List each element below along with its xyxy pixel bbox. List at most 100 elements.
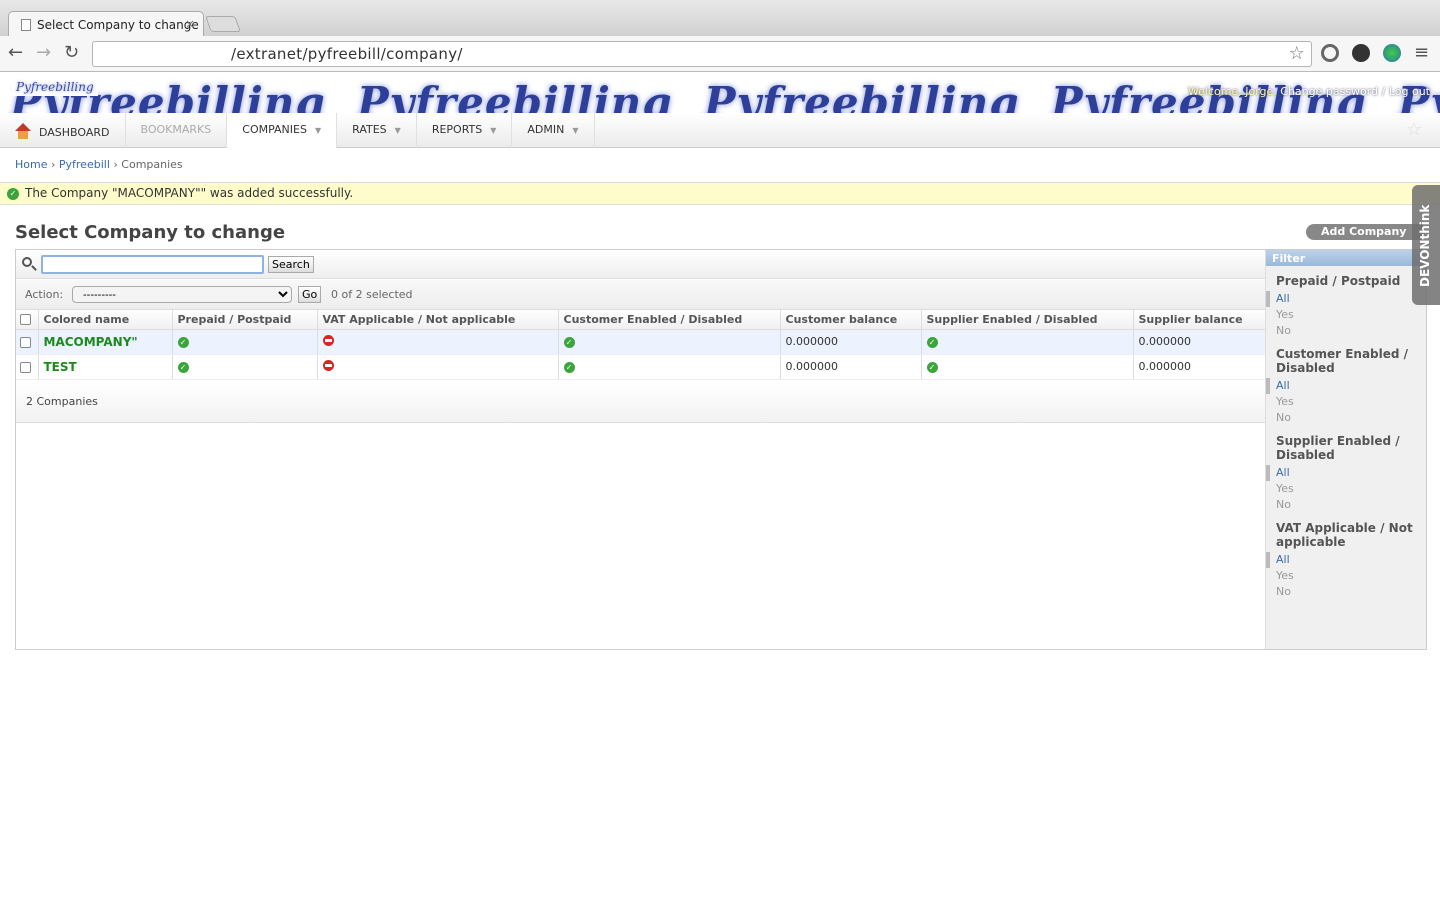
browser-toolbar: ← → ↻ /extranet/pyfreebill/company/ ☆ ≡ — [0, 36, 1440, 72]
customer-enabled-cell: ✓ — [558, 329, 781, 355]
devonthink-tab[interactable]: DEVONthink — [1412, 185, 1440, 305]
search-input[interactable] — [41, 255, 264, 274]
name-cell: TEST — [38, 354, 173, 380]
filter-option[interactable]: All — [1266, 552, 1426, 568]
prepaid-cell: ✓ — [172, 354, 318, 380]
actions-bar: Action: --------- Go 0 of 2 selected — [16, 280, 1266, 310]
company-link[interactable]: MACOMPANY" — [44, 335, 138, 349]
filter-option[interactable]: All — [1266, 291, 1426, 307]
extension-icon[interactable] — [1352, 44, 1370, 62]
column-header[interactable]: Customer Enabled / Disabled — [558, 310, 781, 330]
url-text: /extranet/pyfreebill/company/ — [231, 45, 463, 63]
reload-icon[interactable]: ↻ — [64, 42, 79, 63]
action-select[interactable]: --------- — [72, 286, 292, 303]
supplier-enabled-cell: ✓ — [921, 354, 1134, 380]
menu-icon[interactable]: ≡ — [1414, 42, 1429, 63]
yes-icon: ✓ — [177, 362, 189, 373]
company-link[interactable]: TEST — [44, 360, 77, 374]
results-table: Colored name Prepaid / Postpaid VAT Appl… — [16, 310, 1266, 380]
table-row: TEST ✓ ✓ 0.000000 ✓ 0.000000 — [16, 354, 1266, 380]
main-nav: DASHBOARD BOOKMARKS COMPANIES ▼ RATES ▼ RE… — [0, 113, 1440, 148]
customer-balance-cell: 0.000000 — [780, 354, 922, 380]
caret-down-icon: ▼ — [572, 126, 579, 135]
customer-enabled-cell: ✓ — [558, 354, 781, 380]
nav-label: COMPANIES — [242, 123, 307, 136]
user-tools: Welcome, Jorge. Change password / Log ou… — [1188, 85, 1430, 98]
add-company-button[interactable]: Add Company — [1306, 224, 1423, 240]
breadcrumb-sep: › — [50, 158, 56, 171]
no-icon — [322, 334, 334, 346]
column-header[interactable]: Colored name — [38, 310, 173, 330]
filter-option[interactable]: Yes — [1266, 481, 1426, 497]
add-company-label: Add Company — [1321, 225, 1407, 238]
nav-dashboard[interactable]: DASHBOARD — [0, 113, 126, 148]
name-cell: MACOMPANY" — [38, 329, 173, 355]
close-tab-icon[interactable]: × — [185, 17, 195, 31]
column-header[interactable]: Supplier Enabled / Disabled — [921, 310, 1134, 330]
prepaid-cell: ✓ — [172, 329, 318, 355]
filter-option[interactable]: Yes — [1266, 394, 1426, 410]
row-select-cell — [16, 329, 39, 355]
supplier-balance-cell: 0.000000 — [1133, 354, 1266, 380]
changelist: Search Action: --------- Go 0 of 2 selec… — [15, 249, 1427, 650]
browser-tabstrip: Select Company to change × — [0, 0, 1440, 37]
vat-cell — [317, 354, 559, 380]
yes-icon: ✓ — [177, 337, 189, 348]
search-icon — [22, 257, 32, 267]
table-row: MACOMPANY" ✓ ✓ 0.000000 ✓ 0.000000 — [16, 329, 1266, 355]
filter-option[interactable]: No — [1266, 584, 1426, 600]
filter-options: All Yes No — [1266, 291, 1426, 339]
extension-icon[interactable] — [1321, 44, 1339, 62]
globe-icon[interactable] — [1383, 44, 1401, 62]
column-header[interactable]: Supplier balance — [1133, 310, 1266, 330]
bookmark-star-icon[interactable]: ☆ — [1406, 119, 1422, 140]
filter-group-title: VAT Applicable / Not applicable — [1276, 521, 1413, 549]
bookmark-star-icon[interactable]: ☆ — [1289, 43, 1305, 64]
row-select-cell — [16, 354, 39, 380]
nav-companies[interactable]: COMPANIES ▼ — [227, 113, 338, 148]
devonthink-label: DEVONthink — [1418, 204, 1432, 287]
yes-icon: ✓ — [563, 337, 575, 348]
filter-group-title: Customer Enabled / Disabled — [1276, 347, 1409, 375]
caret-down-icon: ▼ — [394, 126, 401, 135]
filter-option[interactable]: No — [1266, 497, 1426, 513]
select-all-checkbox[interactable] — [20, 314, 31, 326]
nav-admin[interactable]: ADMIN ▼ — [512, 113, 595, 148]
go-button[interactable]: Go — [298, 286, 322, 303]
message-text: The Company "MACOMPANY"" was added succe… — [25, 186, 354, 200]
back-icon[interactable]: ← — [8, 42, 23, 63]
forward-icon[interactable]: → — [36, 42, 51, 63]
filter-panel: Filter Prepaid / Postpaid All Yes No Custome… — [1265, 250, 1426, 649]
page-icon — [21, 19, 31, 31]
yes-icon: ✓ — [926, 362, 938, 373]
filter-option[interactable]: No — [1266, 323, 1426, 339]
nav-reports[interactable]: REPORTS ▼ — [417, 113, 513, 148]
column-header[interactable]: Customer balance — [780, 310, 922, 330]
logout-link[interactable]: Log out — [1389, 85, 1430, 98]
filter-group-title: Prepaid / Postpaid — [1276, 274, 1401, 288]
success-message: ✓ The Company "MACOMPANY"" was added succ… — [0, 182, 1440, 205]
filter-option[interactable]: All — [1266, 378, 1426, 394]
yes-icon: ✓ — [926, 337, 938, 348]
search-button[interactable]: Search — [268, 256, 314, 273]
filter-options: All Yes No — [1266, 465, 1426, 513]
nav-rates[interactable]: RATES ▼ — [337, 113, 417, 148]
row-checkbox[interactable] — [20, 361, 31, 373]
breadcrumb-app[interactable]: Pyfreebill — [59, 158, 110, 171]
filter-option[interactable]: All — [1266, 465, 1426, 481]
filter-option[interactable]: No — [1266, 410, 1426, 426]
row-checkbox[interactable] — [20, 336, 31, 348]
tab-title: Select Company to change — [37, 18, 199, 32]
filter-option[interactable]: Yes — [1266, 568, 1426, 584]
filter-option[interactable]: Yes — [1266, 307, 1426, 323]
browser-tab[interactable]: Select Company to change × — [8, 11, 204, 37]
nav-label: REPORTS — [431, 123, 483, 136]
nav-bookmarks[interactable]: BOOKMARKS — [126, 113, 228, 148]
change-password-link[interactable]: Change password — [1280, 85, 1378, 98]
column-header[interactable]: VAT Applicable / Not applicable — [317, 310, 559, 330]
page-title: Select Company to change — [15, 222, 286, 243]
breadcrumb-home[interactable]: Home — [15, 158, 47, 171]
address-bar[interactable]: /extranet/pyfreebill/company/ ☆ — [92, 41, 1312, 67]
new-tab-button[interactable] — [205, 16, 241, 32]
column-header[interactable]: Prepaid / Postpaid — [172, 310, 318, 330]
